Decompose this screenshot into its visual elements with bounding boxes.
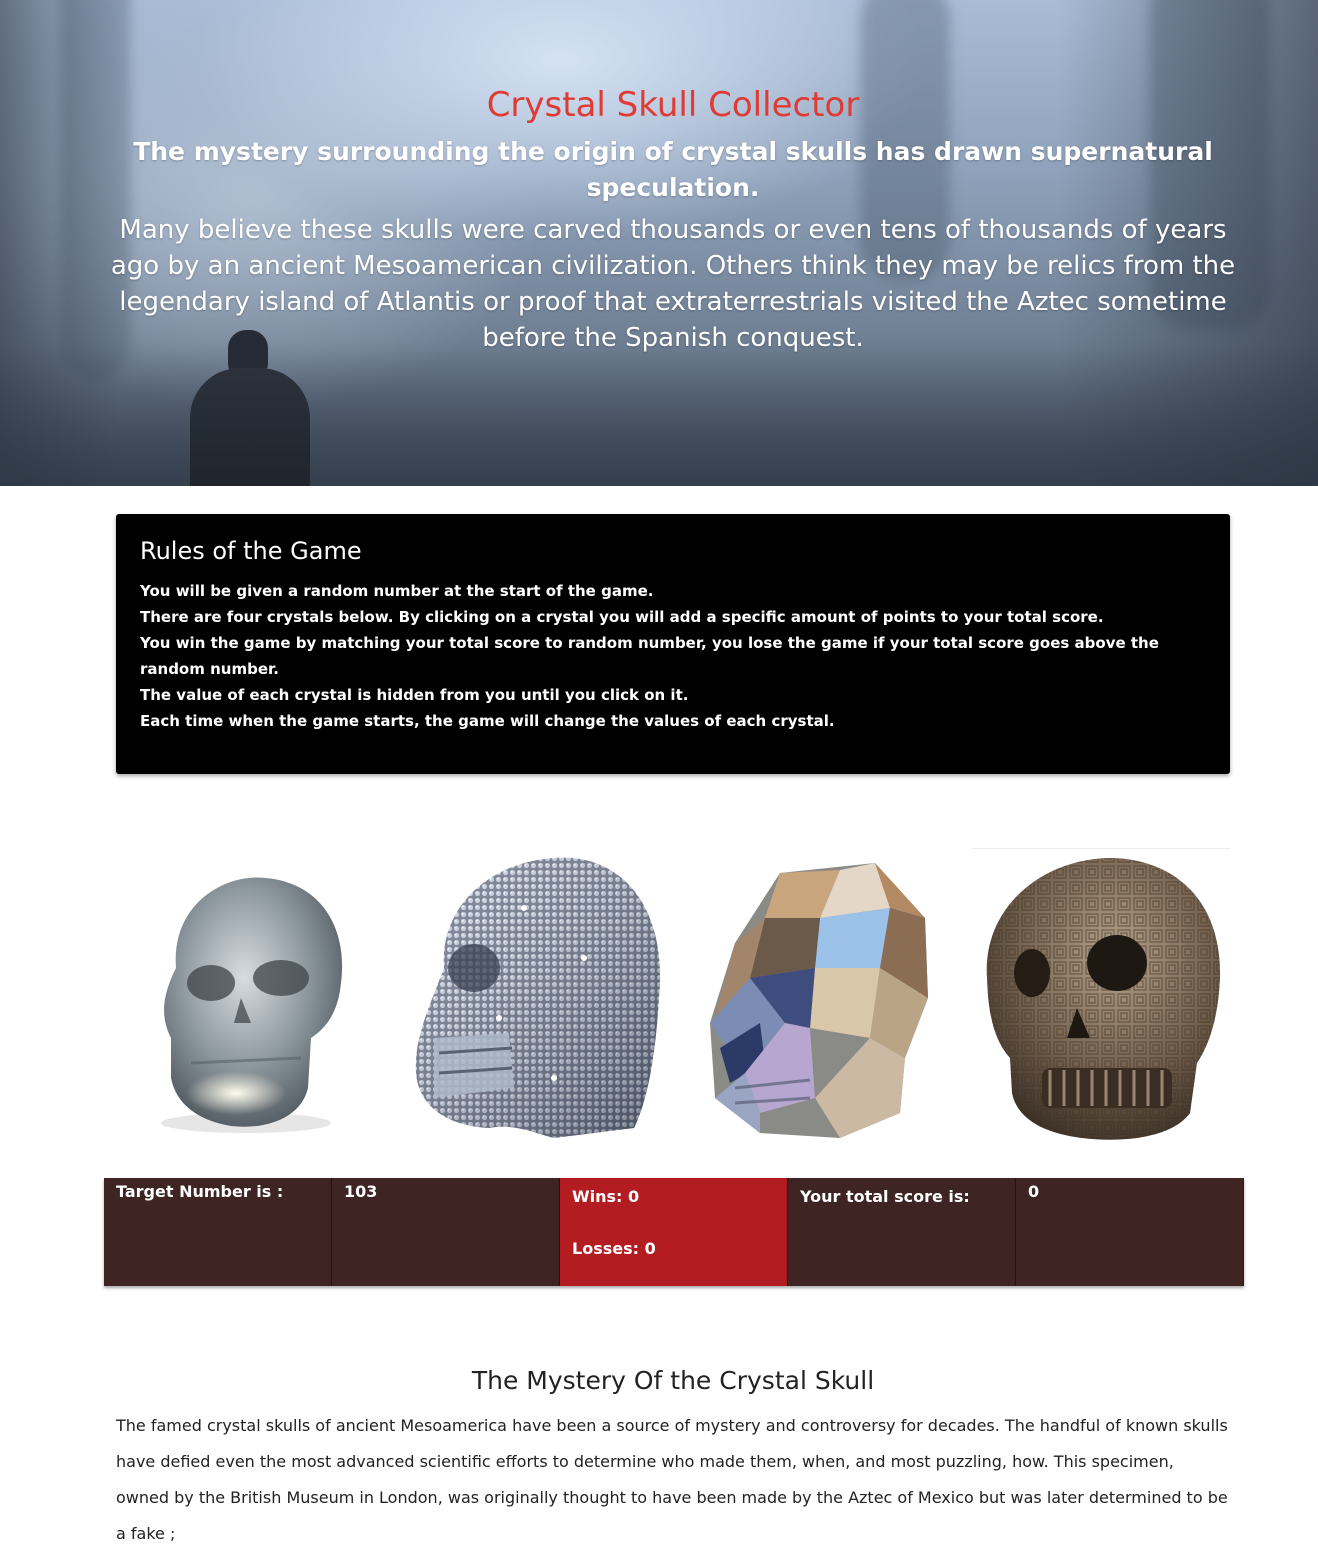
crystal-button-1[interactable] xyxy=(116,848,376,1148)
hero-subtitle: The mystery surrounding the origin of cr… xyxy=(133,137,1213,202)
target-label: Target Number is : xyxy=(116,1182,284,1201)
mystery-title: The Mystery Of the Crystal Skull xyxy=(471,1366,875,1395)
rules-item: You win the game by matching your total … xyxy=(140,634,1159,678)
total-score-value: 0 xyxy=(1028,1182,1040,1201)
scoreboard: Target Number is : 103 Wins: 0 Losses: 0… xyxy=(104,1178,1244,1286)
rules-panel: Rules of the Game You will be given a ra… xyxy=(116,514,1230,774)
rules-title: Rules of the Game xyxy=(140,537,362,565)
clear-quartz-skull-icon xyxy=(161,877,343,1133)
rules-item: You will be given a random number at the… xyxy=(140,582,654,600)
aztec-bronze-skull-icon xyxy=(986,858,1221,1140)
faceted-crystal-skull-icon xyxy=(710,863,928,1138)
rules-list: You will be given a random number at the… xyxy=(140,578,1206,734)
wins-losses-cell: Wins: 0 Losses: 0 xyxy=(560,1178,788,1286)
rules-item: There are four crystals below. By clicki… xyxy=(140,608,1104,626)
total-value-cell: 0 xyxy=(1016,1178,1244,1286)
rhinestone-skull-icon xyxy=(415,857,661,1138)
crystal-button-3[interactable] xyxy=(690,848,950,1148)
hero-text: Many believe these skulls were carved th… xyxy=(110,215,1236,353)
hero-content: Crystal Skull Collector The mystery surr… xyxy=(100,84,1246,356)
total-label-cell: Your total score is: xyxy=(788,1178,1016,1286)
crystal-button-4[interactable] xyxy=(972,848,1232,1148)
rules-item: The value of each crystal is hidden from… xyxy=(140,686,689,704)
hero-banner: Crystal Skull Collector The mystery surr… xyxy=(0,0,1318,486)
target-value: 103 xyxy=(344,1182,378,1201)
mystery-text: The famed crystal skulls of ancient Meso… xyxy=(116,1416,1228,1543)
total-score-label: Your total score is: xyxy=(800,1187,970,1206)
target-label-cell: Target Number is : xyxy=(104,1178,332,1286)
target-value-cell: 103 xyxy=(332,1178,560,1286)
losses-count: Losses: 0 xyxy=(572,1239,656,1258)
crystal-button-2[interactable] xyxy=(404,848,664,1148)
mystery-section: The Mystery Of the Crystal Skull The fam… xyxy=(116,1362,1230,1552)
crystal-row xyxy=(116,848,1230,1148)
wins-count: Wins: 0 xyxy=(572,1187,640,1206)
page-title: Crystal Skull Collector xyxy=(486,85,860,125)
rules-item: Each time when the game starts, the game… xyxy=(140,712,835,730)
